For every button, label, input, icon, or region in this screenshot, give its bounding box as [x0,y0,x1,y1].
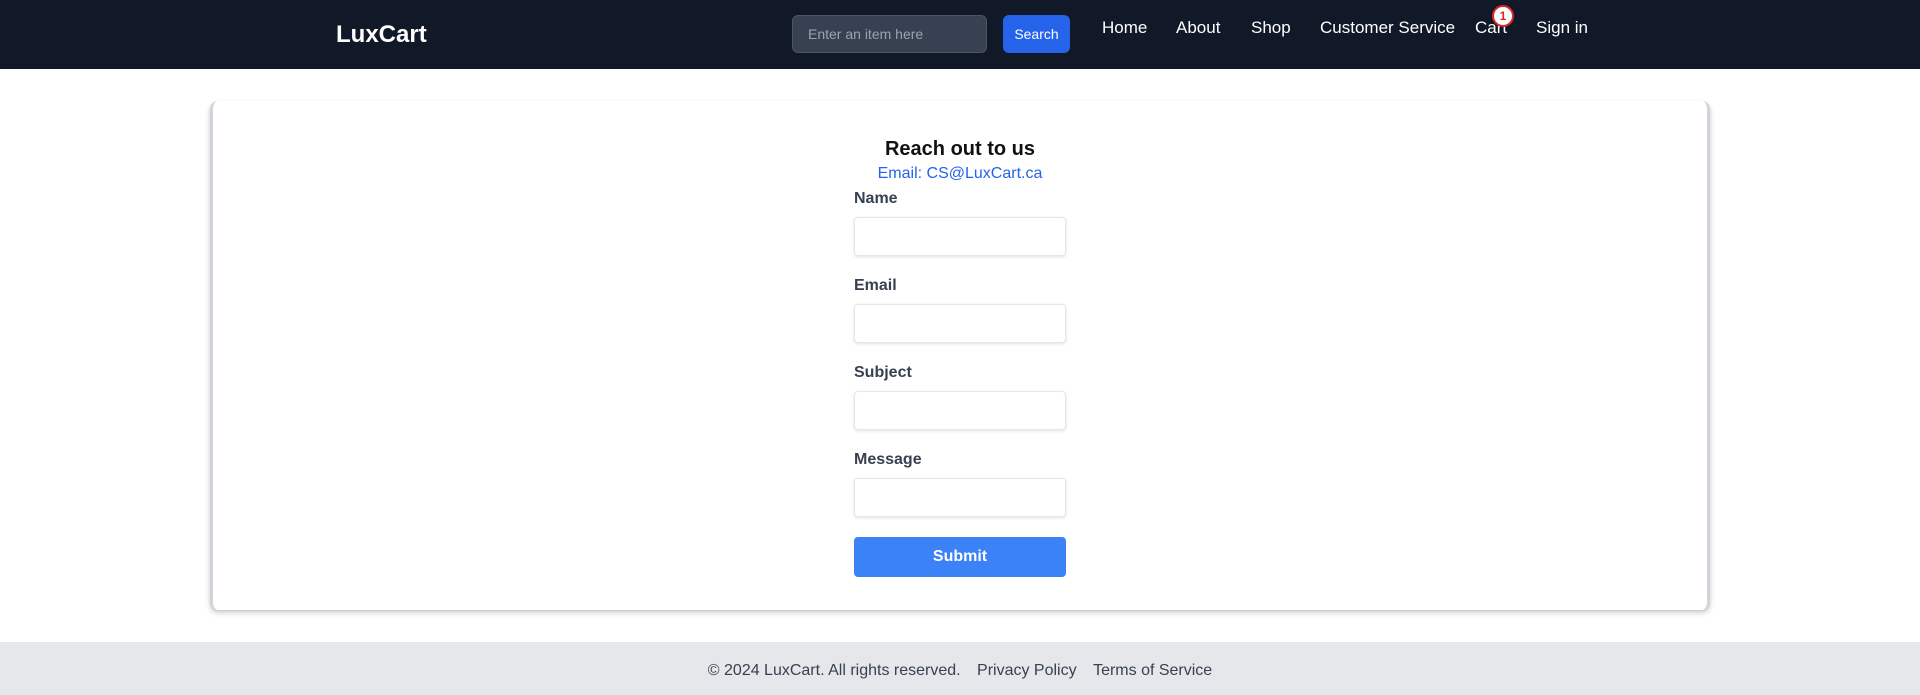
footer-row: © 2024 LuxCart. All rights reserved. Pri… [0,661,1920,681]
nav-link-shop[interactable]: Shop [1251,18,1291,38]
message-label: Message [854,451,922,468]
nav-link-sign-in[interactable]: Sign in [1536,18,1588,38]
search-button[interactable]: Search [1003,15,1070,53]
nav-link-home[interactable]: Home [1102,18,1147,38]
email-label: Email [854,277,897,294]
brand-logo[interactable]: LuxCart [336,21,427,49]
message-field[interactable] [854,478,1066,517]
terms-of-service-link[interactable]: Terms of Service [1093,661,1212,681]
nav-link-customer-service[interactable]: Customer Service [1320,18,1455,38]
footer: © 2024 LuxCart. All rights reserved. Pri… [0,642,1920,695]
footer-copyright: © 2024 LuxCart. All rights reserved. [707,662,961,679]
name-label: Name [854,190,898,207]
contact-title: Reach out to us [884,138,1035,160]
submit-button[interactable]: Submit [854,537,1066,577]
top-navbar: LuxCart Search Home About Shop Customer … [0,0,1920,69]
privacy-policy-link[interactable]: Privacy Policy [977,661,1077,681]
subject-label: Subject [854,364,912,381]
cart-count-badge: 1 [1492,5,1514,27]
search-input[interactable] [792,15,987,53]
email-field[interactable] [854,304,1066,343]
contact-email-link[interactable]: Email: CS@LuxCart.ca [0,164,1920,184]
nav-link-about[interactable]: About [1176,18,1220,38]
name-field[interactable] [854,217,1066,256]
subject-field[interactable] [854,391,1066,430]
